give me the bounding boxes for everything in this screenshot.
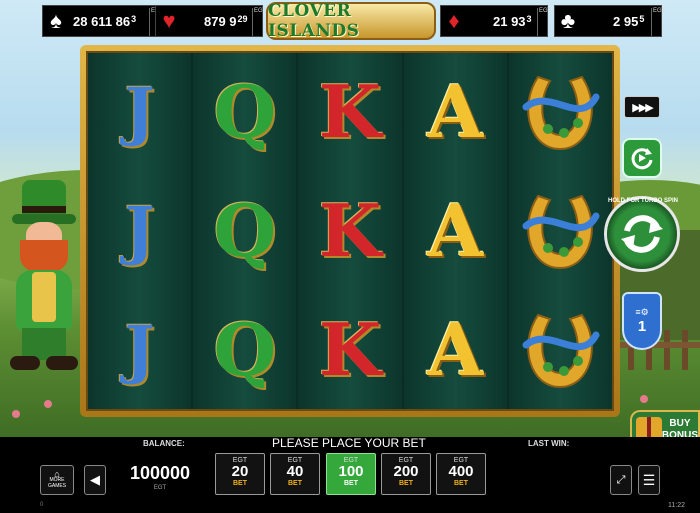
clock: 11:22 xyxy=(668,502,685,509)
lines-button[interactable]: ≡⚙ 1 xyxy=(622,292,662,350)
flower xyxy=(44,400,52,408)
reel-area[interactable]: J J J Q Q Q K K K A A A xyxy=(86,51,614,411)
jackpot-spade: ♠ 28 611 863 EGT xyxy=(42,5,163,37)
heart-icon: ♥ xyxy=(162,8,176,33)
balance-unit: EGT xyxy=(153,485,167,491)
leprechaun-character xyxy=(2,180,86,380)
bet-button-20[interactable]: EGT 20 BET xyxy=(215,453,265,495)
last-win-label: LAST WIN: xyxy=(528,439,570,448)
lines-count: 1 xyxy=(637,318,647,335)
reel-3: K K K xyxy=(298,53,404,409)
flower xyxy=(12,410,20,418)
autoplay-button[interactable] xyxy=(622,138,662,178)
symbol-q: Q xyxy=(213,187,277,273)
menu-button[interactable]: ☰ xyxy=(638,465,660,495)
fullscreen-button[interactable]: ⤢ xyxy=(610,465,632,495)
flower xyxy=(640,395,648,403)
autoplay-icon xyxy=(631,148,653,170)
jackpot-amount: 21 93 xyxy=(493,13,526,29)
club-icon: ♣ xyxy=(560,8,576,33)
spin-hint-text: HOLD FOR TURBO SPIN xyxy=(608,198,678,204)
symbol-j: J xyxy=(124,311,155,387)
fullscreen-icon: ⤢ xyxy=(616,473,626,486)
horseshoe-icon xyxy=(522,76,600,151)
symbol-j: J xyxy=(124,192,155,268)
symbol-k: K xyxy=(318,69,382,155)
symbol-q: Q xyxy=(213,69,277,155)
spade-icon: ♠ xyxy=(50,8,62,33)
jackpot-amount: 28 611 86 xyxy=(73,13,131,29)
jackpot-club: ♣ 2 95 5 EGT xyxy=(554,5,665,37)
game-logo: CLOVER ISLANDS xyxy=(266,1,436,41)
status-message: PLEASE PLACE YOUR BET xyxy=(272,436,426,450)
spin-button[interactable] xyxy=(604,196,680,272)
jackpot-amount: 2 95 xyxy=(613,13,639,29)
symbol-j: J xyxy=(124,74,155,150)
fast-forward-button[interactable]: ▶▶▶ xyxy=(624,96,660,118)
horseshoe-icon xyxy=(522,194,600,269)
reel-2: Q Q Q xyxy=(193,53,299,409)
symbol-a: A xyxy=(427,69,484,155)
speaker-icon: ◀ xyxy=(90,472,100,487)
symbol-q: Q xyxy=(213,306,277,392)
symbol-k: K xyxy=(318,306,382,392)
jackpot-heart: ♥ 879 9 29 EGT xyxy=(155,5,266,37)
more-games-button[interactable]: ⌂ MORE GAMES xyxy=(40,465,74,495)
jackpot-amount: 879 9 xyxy=(204,13,237,29)
symbol-a: A xyxy=(427,187,484,273)
sound-button[interactable]: ◀ xyxy=(84,465,106,495)
bet-button-400[interactable]: EGT 400 BET xyxy=(436,453,486,495)
bet-button-40[interactable]: EGT 40 BET xyxy=(270,453,320,495)
lines-icon: ≡⚙ xyxy=(635,307,649,317)
version-text: 0 xyxy=(40,502,44,508)
balance-value: 100000 xyxy=(129,463,191,483)
reel-frame: J J J Q Q Q K K K A A A xyxy=(80,45,620,417)
bet-button-200[interactable]: EGT 200 BET xyxy=(381,453,431,495)
bet-button-100[interactable]: EGT 100 BET xyxy=(326,453,376,495)
reel-5 xyxy=(508,53,613,409)
reel-4: A A A xyxy=(403,53,509,409)
balance-label: BALANCE: xyxy=(143,439,185,448)
jackpot-diamond: ♦ 21 93 3 EGT xyxy=(440,5,551,37)
hamburger-icon: ☰ xyxy=(642,471,656,488)
horseshoe-icon xyxy=(522,313,600,388)
spin-arrows-icon xyxy=(621,215,663,253)
symbol-a: A xyxy=(427,306,484,392)
diamond-icon: ♦ xyxy=(448,8,460,33)
reel-1: J J J xyxy=(88,53,194,409)
symbol-k: K xyxy=(318,187,382,273)
